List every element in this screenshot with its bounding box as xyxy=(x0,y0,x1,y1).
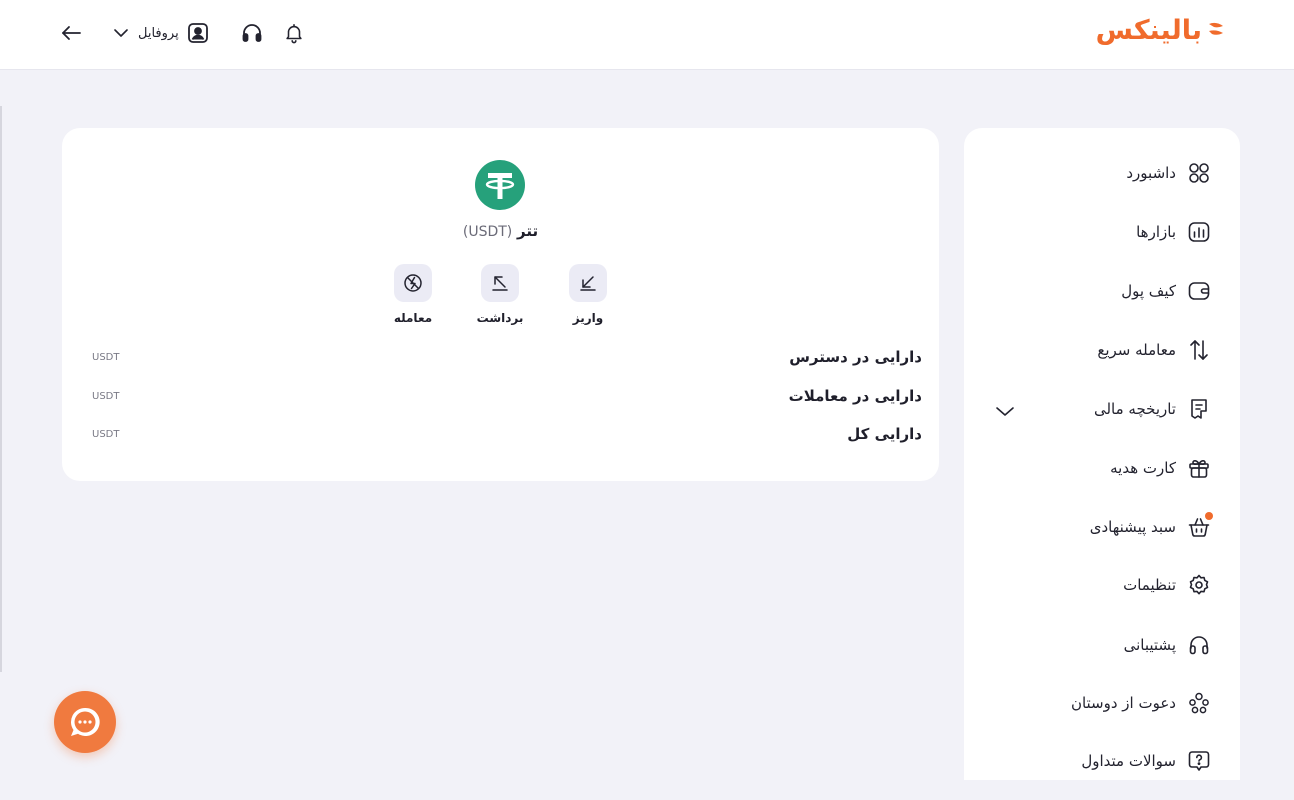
withdraw-label: برداشت xyxy=(476,311,524,325)
sidebar-item-faq[interactable]: سوالات متداول xyxy=(1081,746,1212,776)
deposit-arrow-icon xyxy=(580,276,596,291)
sidebar-item-wallet[interactable]: کیف پول xyxy=(1121,276,1212,306)
top-header: بالینکس پروفایل xyxy=(0,0,1294,70)
swap-arrows-icon xyxy=(1186,337,1212,363)
faq-question-icon xyxy=(1186,748,1212,774)
available-balance-row: USDT دارایی در دسترس xyxy=(92,346,922,368)
financial-history-expand-toggle[interactable] xyxy=(992,398,1018,424)
sidebar-item-label: دعوت از دوستان xyxy=(1070,694,1176,712)
gift-icon xyxy=(1186,455,1212,481)
profile-label: پروفایل xyxy=(138,25,179,41)
asset-name: تتر xyxy=(517,222,539,240)
settings-gear-icon xyxy=(1186,572,1212,598)
tether-logo-icon xyxy=(475,160,525,210)
basket-icon xyxy=(1186,512,1213,540)
balance-unit: USDT xyxy=(92,428,120,440)
sidebar-item-gift-card[interactable]: کارت هدیه xyxy=(1110,453,1212,483)
deposit-button[interactable]: واریز xyxy=(558,264,618,325)
market-chart-icon xyxy=(1186,219,1212,245)
chat-support-button[interactable] xyxy=(54,691,116,753)
back-button[interactable] xyxy=(58,20,84,46)
bell-icon xyxy=(286,23,302,44)
chevron-down-icon xyxy=(996,407,1014,416)
sidebar-item-label: سبد پیشنهادی xyxy=(1089,518,1176,536)
sidebar-item-label: پشتیبانی xyxy=(1123,636,1176,654)
headset-icon xyxy=(1186,632,1212,658)
dashboard-grid-icon xyxy=(1186,160,1212,186)
brand-logo[interactable]: بالینکس xyxy=(1096,10,1226,50)
sidebar-item-label: تاریخچه مالی xyxy=(1093,400,1176,418)
sidebar-item-support[interactable]: پشتیبانی xyxy=(1124,630,1212,660)
withdraw-button[interactable]: برداشت xyxy=(470,264,530,325)
headset-icon xyxy=(242,24,262,42)
total-balance-row: USDT دارایی کل xyxy=(92,423,922,445)
sidebar-item-invite-friends[interactable]: دعوت از دوستان xyxy=(1071,688,1212,718)
wallet-icon xyxy=(1186,278,1212,304)
support-button[interactable] xyxy=(239,20,265,46)
asset-title: تتر (USDT) xyxy=(62,222,939,240)
withdraw-arrow-icon xyxy=(492,276,508,291)
sidebar-item-quick-trade[interactable]: معامله سریع xyxy=(1097,335,1212,365)
profile-menu-button[interactable]: پروفایل xyxy=(112,22,209,44)
brand-logo-text: بالینکس xyxy=(1095,14,1203,46)
user-icon xyxy=(187,23,208,43)
notifications-button[interactable] xyxy=(281,20,307,46)
sidebar-item-label: سوالات متداول xyxy=(1081,752,1176,770)
trade-button[interactable]: معامله xyxy=(383,264,443,325)
sidebar-item-label: معامله سریع xyxy=(1097,341,1176,359)
asset-detail-card: تتر (USDT) واریز برداشت معامله USDT دارا… xyxy=(62,128,939,481)
brand-mark-icon xyxy=(1209,22,1223,35)
sidebar-item-label: تنظیمات xyxy=(1123,576,1176,594)
balance-unit: USDT xyxy=(92,390,120,402)
back-arrow-icon xyxy=(62,26,81,40)
chat-bubble-icon xyxy=(70,707,100,736)
balance-unit: USDT xyxy=(92,351,120,363)
sidebar-item-label: بازارها xyxy=(1136,223,1176,241)
sidebar-item-markets[interactable]: بازارها xyxy=(1136,217,1212,247)
users-invite-icon xyxy=(1186,690,1212,716)
sidebar-item-label: کیف پول xyxy=(1121,282,1176,300)
sidebar-item-financial-history[interactable]: تاریخچه مالی xyxy=(1094,394,1212,424)
trade-label: معامله xyxy=(393,311,433,325)
balance-label: دارایی در معاملات xyxy=(788,387,922,405)
trade-icon xyxy=(404,274,422,292)
sidebar-item-suggested-basket[interactable]: سبد پیشنهادی xyxy=(1089,512,1213,542)
deposit-label: واریز xyxy=(572,311,604,325)
sidebar-item-dashboard[interactable]: داشبورد xyxy=(1126,158,1212,188)
sidebar-nav: داشبورد بازارها کیف پول معامله سریع تاری… xyxy=(964,128,1240,780)
chevron-down-icon xyxy=(114,29,128,37)
asset-symbol: (USDT) xyxy=(462,224,513,240)
notification-dot xyxy=(1205,512,1213,520)
in-orders-balance-row: USDT دارایی در معاملات xyxy=(92,385,922,407)
sidebar-item-settings[interactable]: تنظیمات xyxy=(1123,570,1212,600)
receipt-icon xyxy=(1186,396,1212,422)
balance-label: دارایی کل xyxy=(847,425,922,443)
balance-label: دارایی در دسترس xyxy=(789,348,922,366)
left-edge-divider xyxy=(0,106,2,672)
sidebar-item-label: کارت هدیه xyxy=(1110,459,1176,477)
sidebar-item-label: داشبورد xyxy=(1126,164,1176,182)
